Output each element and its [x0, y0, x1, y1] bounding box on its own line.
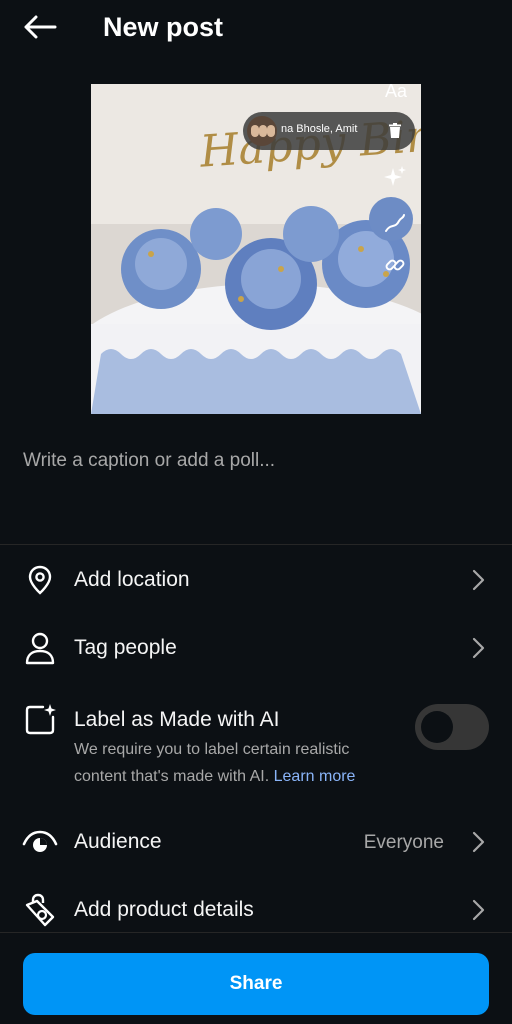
person-icon: [22, 630, 58, 666]
divider: [0, 932, 512, 933]
tag-people-label: Tag people: [74, 636, 177, 659]
album-art: [247, 116, 277, 146]
music-sticker[interactable]: na Bhosle, Amit: [243, 112, 415, 150]
audience-row[interactable]: Audience Everyone: [0, 818, 512, 866]
audience-value: Everyone: [363, 832, 444, 853]
add-product-label: Add product details: [74, 898, 254, 921]
top-bar: New post: [0, 0, 512, 56]
caption-input[interactable]: Write a caption or add a poll...: [23, 450, 275, 472]
eye-icon: [22, 824, 58, 860]
location-pin-icon: [22, 562, 58, 598]
chevron-right-icon: [472, 831, 485, 853]
ai-label-description: We require you to label certain realisti…: [74, 736, 394, 790]
ai-label-toggle[interactable]: [415, 704, 489, 750]
chevron-right-icon: [472, 637, 485, 659]
trash-icon[interactable]: [385, 121, 405, 141]
back-button[interactable]: [20, 10, 60, 44]
shopping-tag-icon: [22, 892, 58, 928]
tag-people-row[interactable]: Tag people: [0, 624, 512, 672]
add-location-row[interactable]: Add location: [0, 556, 512, 604]
add-product-row[interactable]: Add product details: [0, 886, 512, 932]
music-artist: na Bhosle, Amit: [281, 123, 358, 135]
chevron-right-icon: [472, 899, 485, 921]
draw-icon[interactable]: [382, 210, 408, 236]
text-icon[interactable]: Aa: [383, 84, 409, 104]
sparkle-icon[interactable]: [382, 164, 408, 190]
toggle-knob: [421, 711, 453, 743]
audience-label: Audience: [74, 830, 162, 853]
chevron-right-icon: [472, 569, 485, 591]
page-title: New post: [103, 12, 224, 42]
post-preview-image[interactable]: Happy Birthday na Bhosle, Amit Aa: [91, 84, 421, 414]
arrow-left-icon: [24, 15, 57, 39]
add-location-label: Add location: [74, 568, 190, 591]
ai-label-icon: [22, 702, 58, 738]
link-icon[interactable]: [382, 252, 408, 278]
learn-more-link[interactable]: Learn more: [274, 768, 356, 785]
ai-label-title: Label as Made with AI: [74, 708, 280, 731]
share-button[interactable]: Share: [23, 953, 489, 1015]
divider: [0, 544, 512, 545]
